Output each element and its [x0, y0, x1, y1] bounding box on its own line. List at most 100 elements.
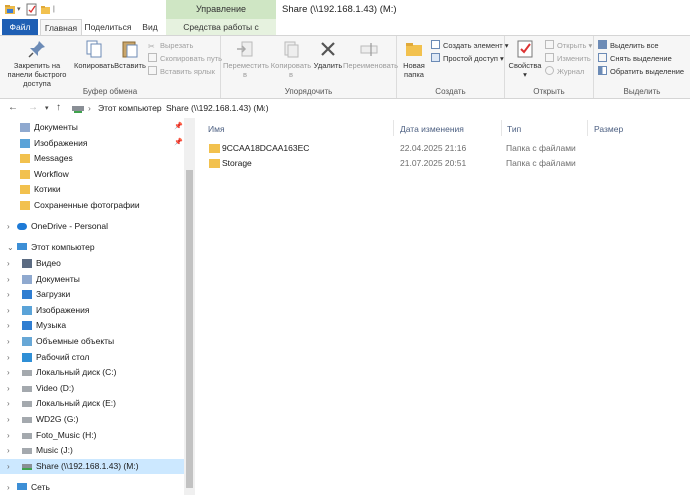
tab-home[interactable]: Главная [40, 19, 82, 35]
nav-item-label: Messages [34, 153, 73, 164]
nav-quick-access-item[interactable]: Документы 📌 [0, 120, 184, 135]
delete-button[interactable]: Удалить [313, 39, 343, 70]
history-button[interactable]: Журнал [545, 66, 584, 77]
nav-pc-item[interactable]: › Загрузки [0, 287, 184, 302]
chevron-right-icon[interactable]: › [7, 290, 10, 299]
column-header-size[interactable]: Размер [594, 124, 623, 134]
rename-icon [360, 43, 378, 56]
file-row[interactable]: Storage 21.07.2025 20:51 Папка с файлами [205, 157, 685, 171]
nav-pc-item[interactable]: › Рабочий стол [0, 350, 184, 365]
nav-quick-access-item[interactable]: Котики [0, 182, 184, 197]
select-none-button[interactable]: Снять выделение [598, 53, 672, 64]
new-item-button[interactable]: Создать элемент ▾ [431, 40, 509, 51]
column-divider[interactable] [501, 120, 502, 136]
copy-to-icon [284, 41, 299, 58]
paste-shortcut-button[interactable]: Вставить ярлык [148, 66, 215, 77]
nav-pc-item[interactable]: › Music (J:) [0, 443, 184, 458]
group-clipboard-label: Буфер обмена [82, 87, 138, 96]
chevron-right-icon[interactable]: › [7, 399, 10, 408]
invert-selection-label: Обратить выделение [610, 67, 685, 76]
tab-file[interactable]: Файл [2, 19, 38, 35]
easy-access-dropdown-icon: ▾ [497, 54, 504, 63]
nav-quick-access-item[interactable]: Сохраненные фотографии [0, 198, 184, 213]
properties-button[interactable]: Свойства ▾ [508, 39, 542, 79]
column-header-date[interactable]: Дата изменения [400, 124, 464, 134]
chevron-right-icon[interactable]: › [7, 368, 10, 377]
invert-selection-button[interactable]: Обратить выделение [598, 66, 684, 77]
nav-pc-item[interactable]: › WD2G (G:) [0, 412, 184, 427]
nav-pc-item[interactable]: › Share (\\192.168.1.43) (M:) [0, 458, 184, 474]
chevron-right-icon[interactable]: › [7, 483, 10, 492]
open-button[interactable]: Открыть ▾ [545, 40, 592, 51]
copy-to-button[interactable]: Копировать в [269, 39, 313, 79]
chevron-right-icon[interactable]: › [7, 462, 10, 471]
chevron-right-icon[interactable]: › [7, 222, 10, 231]
customize-qa-icon[interactable]: | [53, 3, 55, 16]
select-all-button[interactable]: Выделить все [598, 40, 659, 51]
qa-dropdown-icon[interactable]: ▾ [17, 3, 21, 16]
nav-pc-item[interactable]: › Музыка [0, 318, 184, 333]
forward-arrow-icon[interactable]: → [28, 102, 38, 113]
pictures-icon [20, 138, 30, 148]
nav-item-label: Видео [36, 258, 61, 268]
rename-label: Переименовать [343, 61, 398, 70]
copy-button[interactable]: Копировать [74, 39, 114, 70]
nav-quick-access-item[interactable]: Изображения 📌 [0, 136, 184, 151]
nav-pc-item[interactable]: › Изображения [0, 303, 184, 318]
edit-button[interactable]: Изменить [545, 53, 591, 64]
nav-item-label: Котики [34, 184, 61, 195]
nav-pc-item[interactable]: › Локальный диск (C:) [0, 365, 184, 380]
group-organize-label: Упорядочить [284, 87, 333, 96]
file-row[interactable]: 9CCAA18DCAA163EC 22.04.2025 21:16 Папка с … [205, 142, 685, 156]
column-divider[interactable] [587, 120, 588, 136]
back-arrow-icon[interactable]: ← [8, 102, 18, 113]
column-header-type[interactable]: Тип [507, 124, 521, 134]
chevron-right-icon[interactable]: › [7, 431, 10, 440]
nav-pc-item[interactable]: › Video (D:) [0, 381, 184, 396]
select-all-label: Выделить все [610, 41, 659, 50]
new-folder-button[interactable]: Новая папка [399, 39, 429, 79]
nav-scrollbar-thumb[interactable] [186, 170, 193, 488]
chevron-right-icon[interactable]: › [7, 384, 10, 393]
nav-pc-item[interactable]: › Видео [0, 256, 184, 271]
move-to-button[interactable]: Переместить в [223, 39, 269, 79]
column-divider[interactable] [393, 120, 394, 136]
tab-drive-tools[interactable]: Средства работы с дисками [166, 19, 276, 48]
breadcrumb-this-pc[interactable]: Этот компьютер [98, 103, 162, 113]
easy-access-button[interactable]: Простой доступ ▾ [431, 53, 504, 64]
breadcrumb-share[interactable]: Share (\\192.168.1.43) (M:) [166, 103, 269, 113]
nav-pc-item[interactable]: › Локальный диск (E:) [0, 396, 184, 411]
nav-onedrive[interactable]: › OneDrive - Personal [0, 219, 184, 234]
up-arrow-icon[interactable]: ↑ [56, 102, 61, 113]
column-header-name[interactable]: Имя [208, 124, 225, 134]
nav-quick-access-item[interactable]: Messages [0, 151, 184, 166]
chevron-right-icon[interactable]: › [7, 353, 10, 362]
tab-share[interactable]: Поделиться [84, 19, 132, 35]
address-bar[interactable]: › Этот компьютер › Share (\\192.168.1.43… [68, 101, 690, 116]
chevron-right-icon[interactable]: › [7, 337, 10, 346]
nav-pc-item[interactable]: › Документы [0, 272, 184, 287]
nav-quick-access-item[interactable]: Workflow [0, 167, 184, 182]
chevron-right-icon[interactable]: › [7, 321, 10, 330]
tab-view[interactable]: Вид [136, 19, 164, 35]
chevron-right-icon[interactable]: › [7, 415, 10, 424]
chevron-right-icon[interactable]: › [7, 259, 10, 268]
scissors-icon: ✂ [148, 42, 155, 51]
cut-button[interactable]: ✂ Вырезать [148, 40, 193, 51]
nav-this-pc[interactable]: ⌄ Этот компьютер [0, 240, 184, 255]
nav-pc-item[interactable]: › Foto_Music (H:) [0, 428, 184, 443]
rename-button[interactable]: Переименовать [343, 39, 398, 70]
copy-path-button[interactable]: Скопировать путь [148, 53, 222, 64]
recent-locations-icon[interactable]: ▾ [45, 104, 49, 112]
pin-quick-access-button[interactable]: Закрепить на панели быстрого доступа [2, 39, 72, 88]
nav-network[interactable]: › Сеть [0, 480, 184, 495]
new-folder-qa-icon[interactable] [40, 3, 51, 16]
properties-qa-icon[interactable] [26, 3, 37, 16]
folder-icon [209, 144, 220, 153]
chevron-down-icon[interactable]: ⌄ [7, 243, 14, 252]
chevron-right-icon[interactable]: › [7, 306, 10, 315]
chevron-right-icon[interactable]: › [7, 446, 10, 455]
chevron-right-icon[interactable]: › [7, 275, 10, 284]
paste-button[interactable]: Вставить [114, 39, 146, 70]
nav-pc-item[interactable]: › Объемные объекты [0, 334, 184, 349]
